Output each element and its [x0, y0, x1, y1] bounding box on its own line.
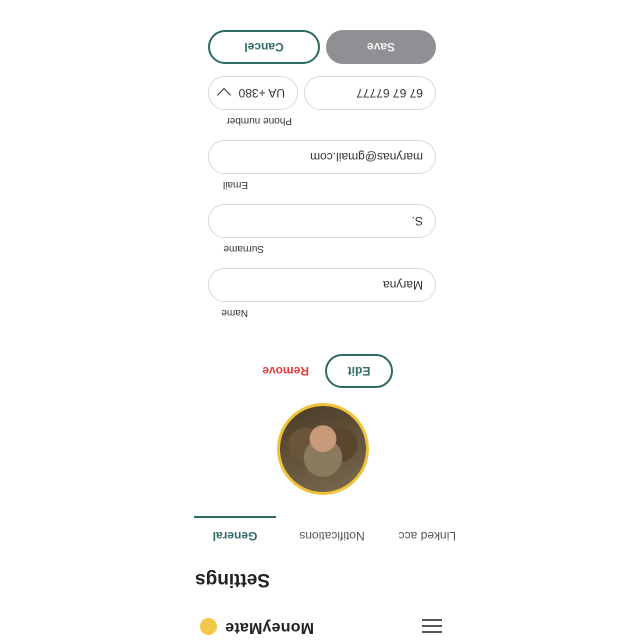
phone-number-field[interactable]: 67 67 67777: [304, 76, 436, 110]
page-title: Settings: [195, 569, 270, 590]
remove-photo-button[interactable]: Remove: [262, 364, 309, 378]
email-field[interactable]: marynas@gmail.com: [208, 140, 436, 174]
surname-field[interactable]: S.: [208, 204, 436, 238]
settings-screen: MoneyMate Settings General Notifications…: [0, 0, 640, 640]
email-label: Email: [222, 179, 248, 190]
active-tab-indicator: [194, 516, 276, 518]
name-field[interactable]: Maryna: [208, 268, 436, 302]
brand-name: MoneyMate: [225, 619, 314, 636]
phone-label: Phone number: [226, 115, 292, 126]
chevron-down-icon: [216, 87, 231, 103]
name-label: Name: [221, 307, 248, 318]
coin-icon: [200, 618, 217, 635]
tab-linked-accounts[interactable]: Linked acc: [394, 529, 456, 543]
tab-general[interactable]: General: [194, 529, 276, 543]
country-code-select[interactable]: UA +380: [208, 76, 298, 110]
avatar: [277, 403, 369, 495]
save-button[interactable]: Save: [326, 30, 436, 64]
hamburger-menu-icon[interactable]: [422, 619, 442, 633]
cancel-button[interactable]: Cancel: [208, 30, 320, 64]
edit-photo-button[interactable]: Edit: [325, 354, 393, 388]
surname-label: Surname: [223, 243, 264, 254]
country-code-value: UA +380: [238, 86, 285, 100]
tab-notifications[interactable]: Notifications: [294, 529, 370, 543]
